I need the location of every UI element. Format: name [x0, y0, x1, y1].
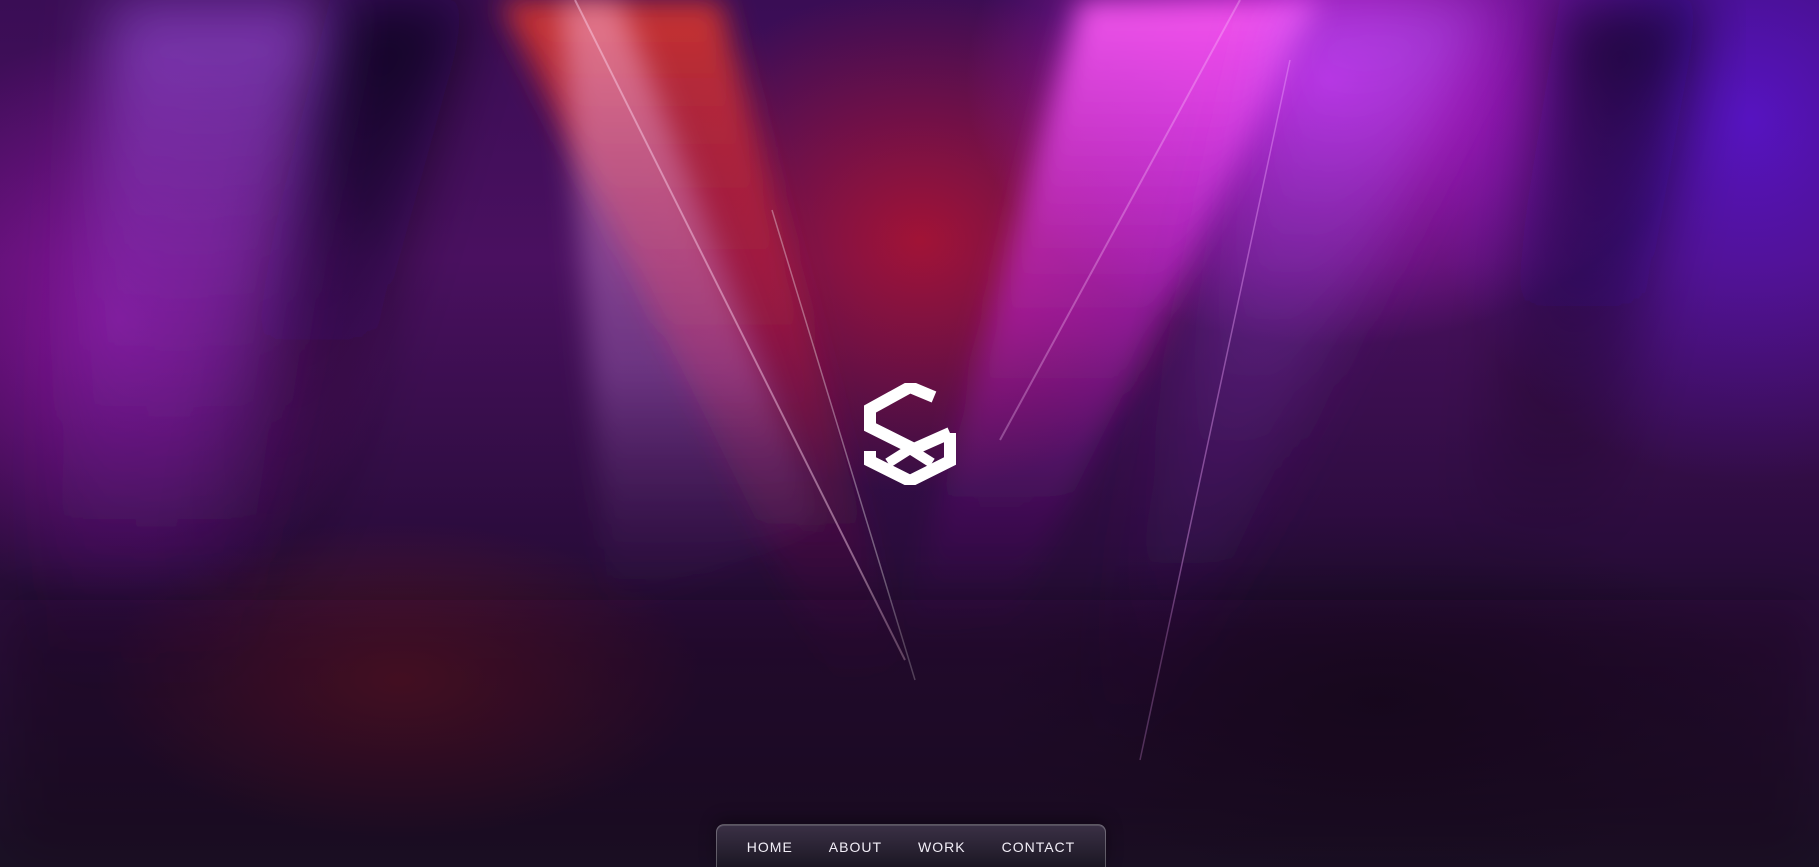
- nav-item-contact[interactable]: CONTACT: [1002, 838, 1076, 854]
- nav-item-about[interactable]: ABOUT: [829, 838, 882, 854]
- logo-mark-svg: [864, 383, 956, 485]
- nav-item-work[interactable]: WORK: [918, 838, 966, 854]
- shadow-beam: [1470, 0, 1700, 560]
- hero-background: HOME ABOUT WORK CONTACT: [0, 0, 1819, 867]
- nav-item-home[interactable]: HOME: [747, 838, 793, 854]
- bottom-navigation-bar: HOME ABOUT WORK CONTACT: [716, 824, 1106, 867]
- hexagon-s-logo-icon: [862, 383, 958, 485]
